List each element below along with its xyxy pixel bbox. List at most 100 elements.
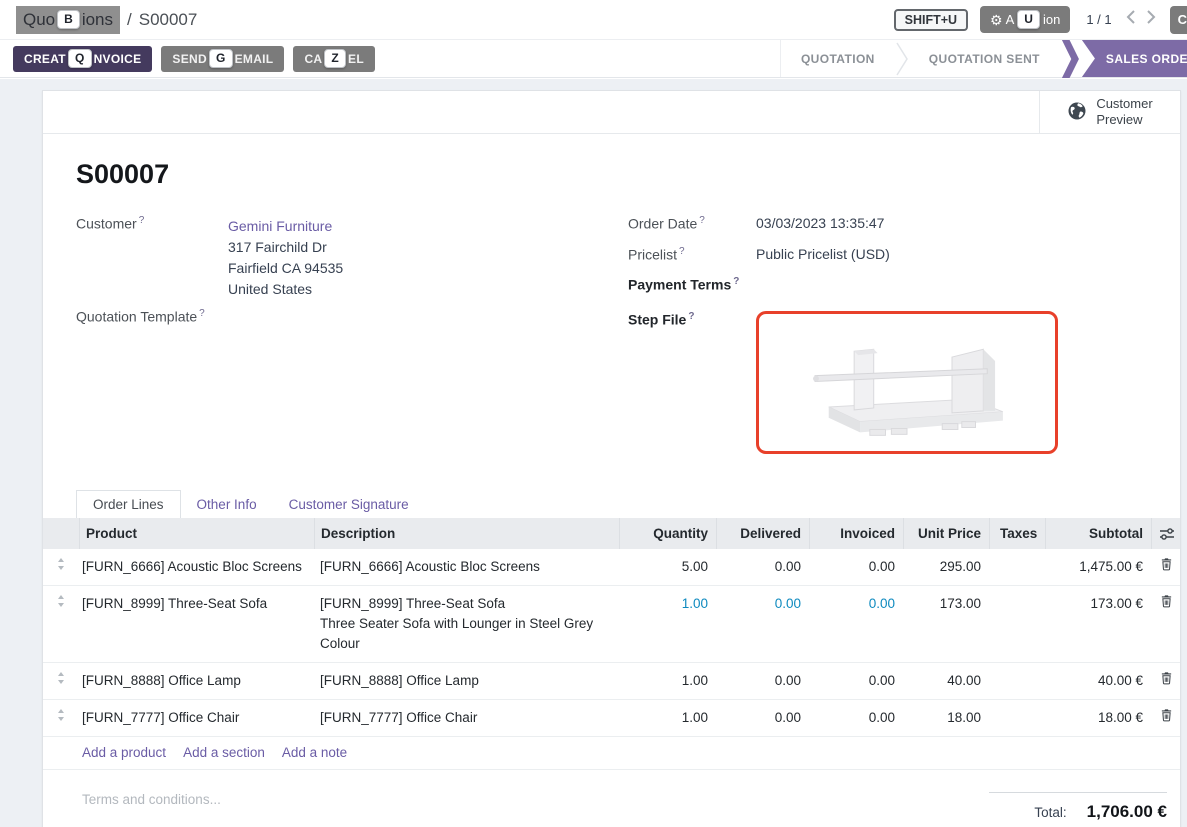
delete-row-button[interactable] <box>1151 700 1182 736</box>
cell-description[interactable]: [FURN_8999] Three-Seat Sofa Three Seater… <box>314 586 619 662</box>
cell-quantity[interactable]: 1.00 <box>619 586 716 662</box>
customer-link[interactable]: Gemini Furniture <box>228 215 343 237</box>
field-column-left: Customer? Gemini Furniture 317 Fairchild… <box>76 215 628 458</box>
tab-customer-signature[interactable]: Customer Signature <box>273 491 425 518</box>
customer-preview-label-line2: Preview <box>1096 112 1152 128</box>
step-file-preview-highlighted[interactable] <box>756 311 1058 454</box>
totals-section: Terms and conditions... Total: 1,706.00 … <box>76 770 1150 822</box>
cell-unit-price[interactable]: 173.00 <box>903 586 989 662</box>
status-step-sales-order-active[interactable]: SALES ORDER <box>1082 40 1187 77</box>
drag-handle-icon <box>56 557 66 571</box>
add-a-note-link[interactable]: Add a note <box>282 745 347 760</box>
cell-quantity[interactable]: 1.00 <box>619 663 716 699</box>
order-date-field-value[interactable]: 03/03/2023 13:35:47 <box>756 215 884 246</box>
cell-invoiced[interactable]: 0.00 <box>809 549 903 585</box>
add-a-product-link[interactable]: Add a product <box>82 745 166 760</box>
table-header-row: Product Description Quantity Delivered I… <box>43 518 1180 549</box>
delete-row-button[interactable] <box>1151 663 1182 699</box>
customer-field-label: Customer? <box>76 215 228 300</box>
send-email-button[interactable]: SENDGEMAIL <box>161 46 284 72</box>
pricelist-field-label: Pricelist? <box>628 246 756 276</box>
pricelist-field-value[interactable]: Public Pricelist (USD) <box>756 246 890 276</box>
customer-address-line: 317 Fairchild Dr <box>228 237 343 258</box>
delete-row-button[interactable] <box>1151 586 1182 662</box>
shortcut-key-badge-q: Q <box>68 49 92 68</box>
column-header-delivered: Delivered <box>716 518 809 549</box>
step-file-field-label: Step File? <box>628 311 756 454</box>
cell-invoiced[interactable]: 0.00 <box>809 663 903 699</box>
cell-product[interactable]: [FURN_7777] Office Chair <box>79 700 314 736</box>
action-label-pre: A <box>1006 12 1015 27</box>
cell-delivered[interactable]: 0.00 <box>716 663 809 699</box>
status-step-quotation[interactable]: QUOTATION <box>781 40 895 77</box>
cell-taxes[interactable] <box>989 586 1045 662</box>
terms-and-conditions-input[interactable]: Terms and conditions... <box>76 792 221 807</box>
cell-invoiced[interactable]: 0.00 <box>809 700 903 736</box>
breadcrumb-parent-quotations[interactable]: QuoBions <box>16 6 120 34</box>
cell-unit-price[interactable]: 295.00 <box>903 549 989 585</box>
order-date-help-icon: ? <box>699 215 705 226</box>
trash-icon <box>1160 557 1173 571</box>
cell-delivered[interactable]: 0.00 <box>716 700 809 736</box>
add-a-section-link[interactable]: Add a section <box>183 745 265 760</box>
form-action-buttons: CREATQNVOICE SENDGEMAIL CAZEL <box>0 40 375 77</box>
tab-order-lines[interactable]: Order Lines <box>76 490 181 518</box>
shortcut-key-badge-shift-u: SHIFT+U <box>894 9 968 31</box>
cell-unit-price[interactable]: 40.00 <box>903 663 989 699</box>
customer-help-icon: ? <box>139 215 145 226</box>
tab-other-info[interactable]: Other Info <box>181 491 273 518</box>
cell-description[interactable]: [FURN_8888] Office Lamp <box>314 663 619 699</box>
trash-icon <box>1160 671 1173 685</box>
handle-column-header <box>43 518 79 549</box>
trash-icon <box>1160 708 1173 722</box>
payment-terms-field-label: Payment Terms? <box>628 276 756 311</box>
create-invoice-button[interactable]: CREATQNVOICE <box>13 46 152 72</box>
cell-taxes[interactable] <box>989 663 1045 699</box>
cell-delivered[interactable]: 0.00 <box>716 549 809 585</box>
cell-taxes[interactable] <box>989 549 1045 585</box>
cell-product[interactable]: [FURN_6666] Acoustic Bloc Screens <box>79 549 314 585</box>
cell-product[interactable]: [FURN_8999] Three-Seat Sofa <box>79 586 314 662</box>
pager-next-button[interactable] <box>1146 9 1156 30</box>
cell-subtotal: 1,475.00 € <box>1045 549 1151 585</box>
page-title: S00007 <box>76 159 1150 190</box>
customer-preview-label-line1: Customer <box>1096 96 1152 112</box>
breadcrumb-separator: / <box>127 10 132 30</box>
status-step-quotation-sent[interactable]: QUOTATION SENT <box>909 40 1060 77</box>
drag-handle[interactable] <box>43 663 79 699</box>
cell-quantity[interactable]: 5.00 <box>619 549 716 585</box>
column-header-invoiced: Invoiced <box>809 518 903 549</box>
partial-edge-button[interactable]: C <box>1170 6 1187 34</box>
drag-handle[interactable] <box>43 586 79 662</box>
cell-quantity[interactable]: 1.00 <box>619 700 716 736</box>
cell-taxes[interactable] <box>989 700 1045 736</box>
breadcrumb-current: S00007 <box>139 10 198 30</box>
cell-description[interactable]: [FURN_7777] Office Chair <box>314 700 619 736</box>
cell-invoiced[interactable]: 0.00 <box>809 586 903 662</box>
cell-delivered[interactable]: 0.00 <box>716 586 809 662</box>
table-footer-links: Add a product Add a section Add a note <box>43 737 1180 770</box>
table-row: [FURN_7777] Office Chair [FURN_7777] Off… <box>43 700 1180 737</box>
optional-columns-button[interactable] <box>1151 518 1182 549</box>
action-bar: CREATQNVOICE SENDGEMAIL CAZEL QUOTATION … <box>0 40 1187 78</box>
status-arrow-icon <box>1062 40 1079 78</box>
cancel-button[interactable]: CAZEL <box>293 46 375 72</box>
drag-handle[interactable] <box>43 549 79 585</box>
cell-product[interactable]: [FURN_8888] Office Lamp <box>79 663 314 699</box>
drag-handle-icon <box>56 708 66 722</box>
page-background: Customer Preview S00007 Customer? Gemini… <box>0 79 1187 827</box>
status-bar: QUOTATION QUOTATION SENT SALES ORDER <box>780 40 1187 77</box>
columns-options-icon <box>1159 527 1175 541</box>
cell-description[interactable]: [FURN_6666] Acoustic Bloc Screens <box>314 549 619 585</box>
delete-row-button[interactable] <box>1151 549 1182 585</box>
customer-address-line: Fairfield CA 94535 <box>228 258 343 279</box>
cell-unit-price[interactable]: 18.00 <box>903 700 989 736</box>
step-file-help-icon: ? <box>688 311 694 322</box>
action-menu-button[interactable]: ⚙AUion <box>980 6 1070 33</box>
drag-handle[interactable] <box>43 700 79 736</box>
customer-field-value[interactable]: Gemini Furniture 317 Fairchild Dr Fairfi… <box>228 215 343 300</box>
pager-previous-button[interactable] <box>1126 9 1136 30</box>
cell-subtotal: 18.00 € <box>1045 700 1151 736</box>
customer-preview-button[interactable]: Customer Preview <box>1039 91 1180 133</box>
create-invoice-label-pre: CREAT <box>24 52 66 66</box>
